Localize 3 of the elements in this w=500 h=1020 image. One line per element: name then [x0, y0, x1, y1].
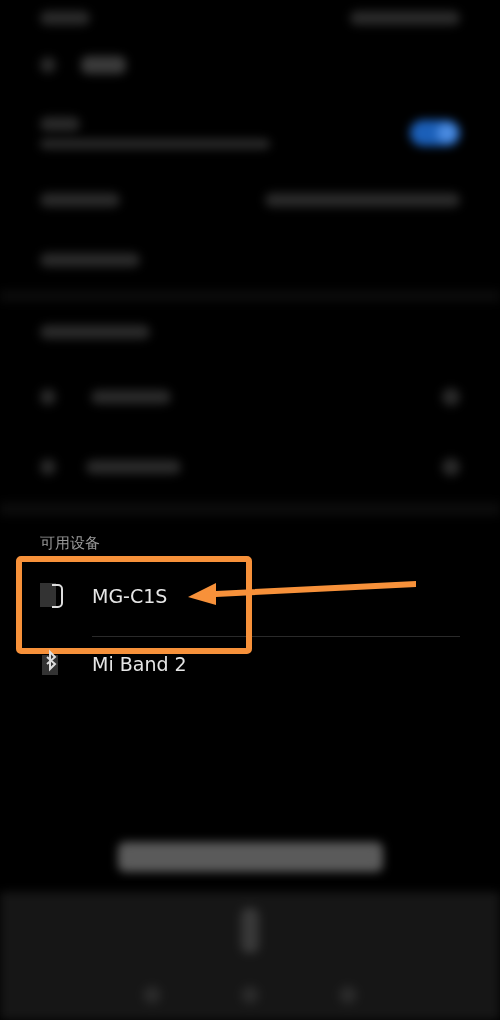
device-name[interactable]: Mi Band 2: [92, 636, 460, 692]
section-header: 可用设备: [39, 533, 101, 554]
phone-icon: [38, 581, 64, 611]
